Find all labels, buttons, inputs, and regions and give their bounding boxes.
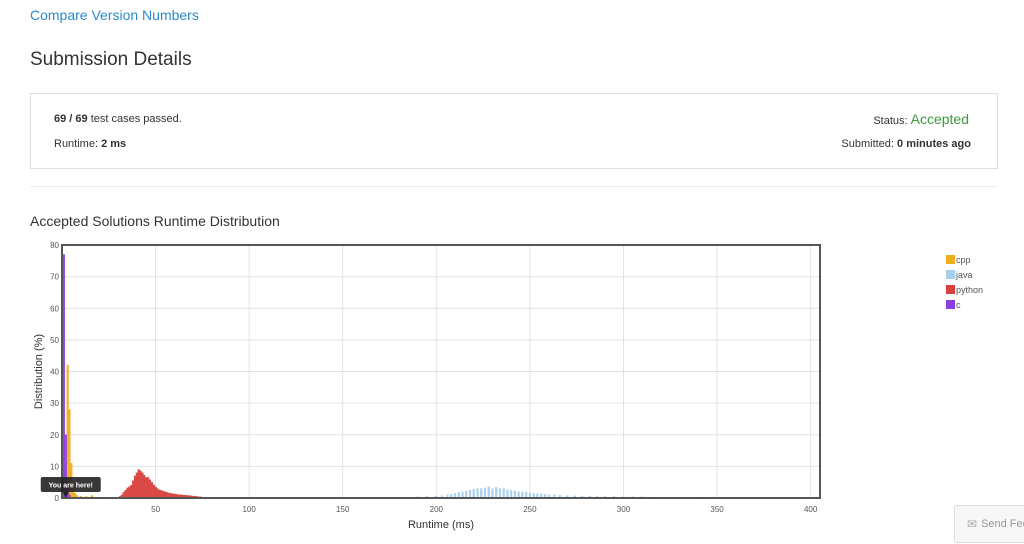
x-tick-label: 350 [710,505,724,514]
bar-python [128,486,131,499]
submitted-line: Submitted: 0 minutes ago [841,138,971,150]
test-cases-count: 69 / 69 [54,113,88,125]
bar-python [156,488,159,499]
problem-title-link[interactable]: Compare Version Numbers [30,7,199,23]
bar-java [502,488,505,499]
legend-label: java [956,269,973,280]
bar-java [506,489,509,499]
bar-java [468,489,472,499]
bar-python [139,470,142,499]
legend-item-python: python [946,282,983,297]
bar-python [124,489,127,499]
legend-swatch [946,255,955,264]
bar-python [160,490,163,499]
status-badge: Accepted [910,111,969,127]
send-feedback-button[interactable]: ✉ Send Feedback [954,505,1024,543]
status-label: Status: [873,115,911,127]
x-tick-label: 300 [617,505,631,514]
chart-title: Accepted Solutions Runtime Distribution [30,213,280,229]
bar-python [143,475,146,499]
runtime-distribution-chart: 0 10 20 30 40 50 60 70 80 50 100 150 200 250 300 350 400… [33,241,821,531]
bar-java [510,490,513,499]
bar-java [495,487,498,499]
legend-item-cpp: cpp [946,252,983,267]
submitted-value: 0 minutes ago [897,138,971,150]
bar-python [133,475,137,499]
annotation-text: You are here! [49,483,93,490]
x-tick-label: 250 [523,505,537,514]
bar-python [126,487,129,499]
send-feedback-label: Send Feedback [981,518,1024,530]
bar-python [145,477,148,499]
legend-label: python [956,284,984,295]
legend-label: c [956,299,961,310]
legend-swatch [946,270,955,279]
bar-java [513,490,517,499]
runtime-value: 2 ms [101,138,127,150]
submitted-label: Submitted: [841,138,898,150]
y-tick-label: 30 [50,399,59,408]
x-tick-label: 50 [151,505,160,514]
bar-java [491,488,494,499]
bar-python [132,480,135,499]
x-tick-label: 150 [336,505,350,514]
bar-python [154,486,157,499]
legend-swatch [946,285,955,294]
status-line: Status: Accepted [873,111,969,127]
page-title: Submission Details [30,49,192,70]
x-tick-label: 200 [430,505,444,514]
test-cases-line: 69 / 69 test cases passed. [54,113,182,125]
legend-item-java: java [946,267,983,282]
chart-grid [62,244,820,499]
y-tick-label: 40 [50,368,59,377]
bar-python [130,485,133,499]
y-tick-label: 50 [50,336,59,345]
y-tick-label: 60 [50,304,59,313]
x-tick-label: 400 [804,505,818,514]
y-axis-label: Distribution (%) [33,334,45,409]
chart-ticks: 0 10 20 30 40 50 60 70 80 50 100 150 200 250 300 350 400 [50,241,818,514]
y-tick-label: 70 [50,273,59,282]
bar-java [480,488,483,499]
bar-python [137,469,140,499]
bar-java [498,488,502,499]
test-cases-suffix: test cases passed. [87,113,182,125]
legend-swatch [946,300,955,309]
bar-python [148,479,152,499]
bar-python [141,472,144,499]
chart-legend: cpp java python c [946,252,983,312]
x-axis-label: Runtime (ms) [408,519,474,531]
bar-java [487,486,490,499]
x-tick-label: 100 [242,505,256,514]
bar-java [476,488,479,499]
runtime-line: Runtime: 2 ms [54,138,126,150]
bar-java [483,487,487,499]
y-tick-label: 0 [55,494,60,503]
envelope-icon: ✉ [967,517,978,531]
submission-summary-panel: 69 / 69 test cases passed. Runtime: 2 ms… [30,93,998,169]
bar-python [147,477,150,499]
legend-label: cpp [956,254,971,265]
bar-java [472,488,475,499]
runtime-label: Runtime: [54,138,102,150]
y-tick-label: 10 [50,462,59,471]
chart-bars [62,254,808,499]
bar-python [135,472,138,499]
y-tick-label: 80 [50,241,59,250]
y-tick-label: 20 [50,431,59,440]
bar-python [158,489,161,499]
legend-item-c: c [946,297,983,312]
bar-python [152,484,155,499]
section-divider [30,186,998,187]
bar-c [62,254,65,499]
bar-python [161,490,165,499]
bar-java [465,490,468,499]
bar-python [150,482,153,499]
